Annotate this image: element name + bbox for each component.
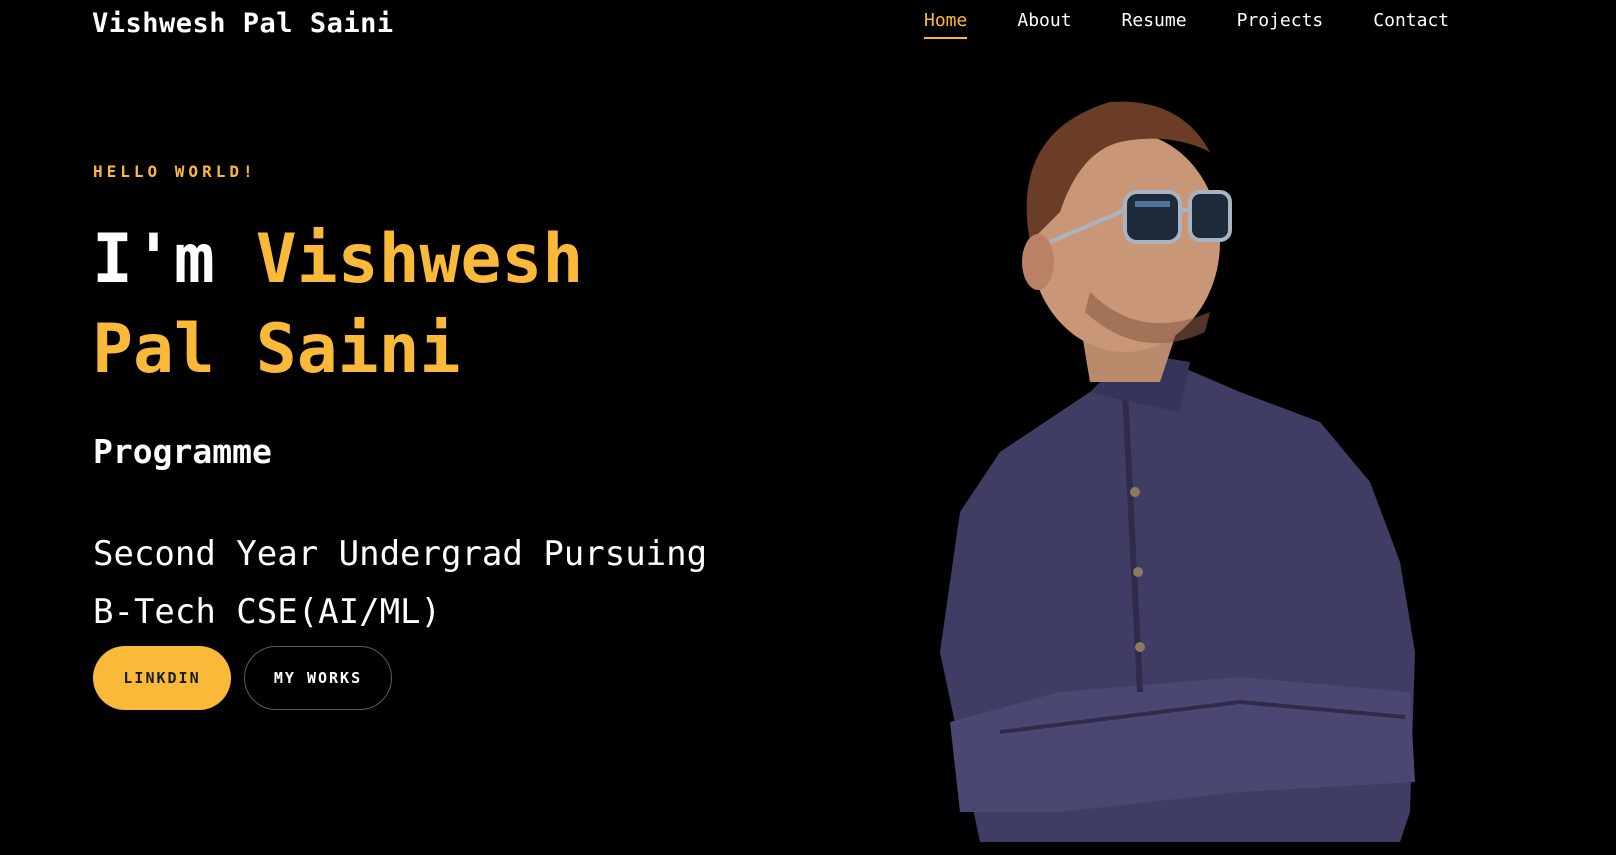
- nav-item-resume[interactable]: Resume: [1122, 10, 1187, 39]
- my-works-button[interactable]: MY WORKS: [244, 646, 392, 710]
- site-brand[interactable]: Vishwesh Pal Saini: [92, 8, 394, 39]
- hero-kicker: HELLO WORLD!: [93, 162, 257, 181]
- portfolio-page: Vishwesh Pal Saini Home About Resume Pro…: [0, 0, 1616, 855]
- hero-greeting: I'm: [92, 220, 256, 299]
- linkedin-button[interactable]: LINKDIN: [93, 646, 231, 710]
- hero-name-first: Vishwesh: [255, 220, 584, 299]
- hero-description-line1: Second Year Undergrad Pursuing: [93, 534, 708, 574]
- main-nav: Home About Resume Projects Contact: [924, 10, 1449, 39]
- nav-item-home[interactable]: Home: [924, 10, 968, 39]
- hero-headline: I'm Vishwesh Pal Saini: [92, 215, 712, 395]
- nav-item-about[interactable]: About: [1017, 10, 1071, 39]
- hero-name-last: Pal Saini: [92, 310, 461, 389]
- hero-description-line2: B-Tech CSE(AI/ML): [93, 592, 441, 632]
- nav-item-contact[interactable]: Contact: [1373, 10, 1449, 39]
- hero-description: Second Year Undergrad Pursuing B-Tech CS…: [93, 525, 773, 641]
- portrait-photo: [940, 101, 1415, 842]
- nav-item-projects[interactable]: Projects: [1237, 10, 1324, 39]
- hero-role: Programme: [93, 432, 272, 471]
